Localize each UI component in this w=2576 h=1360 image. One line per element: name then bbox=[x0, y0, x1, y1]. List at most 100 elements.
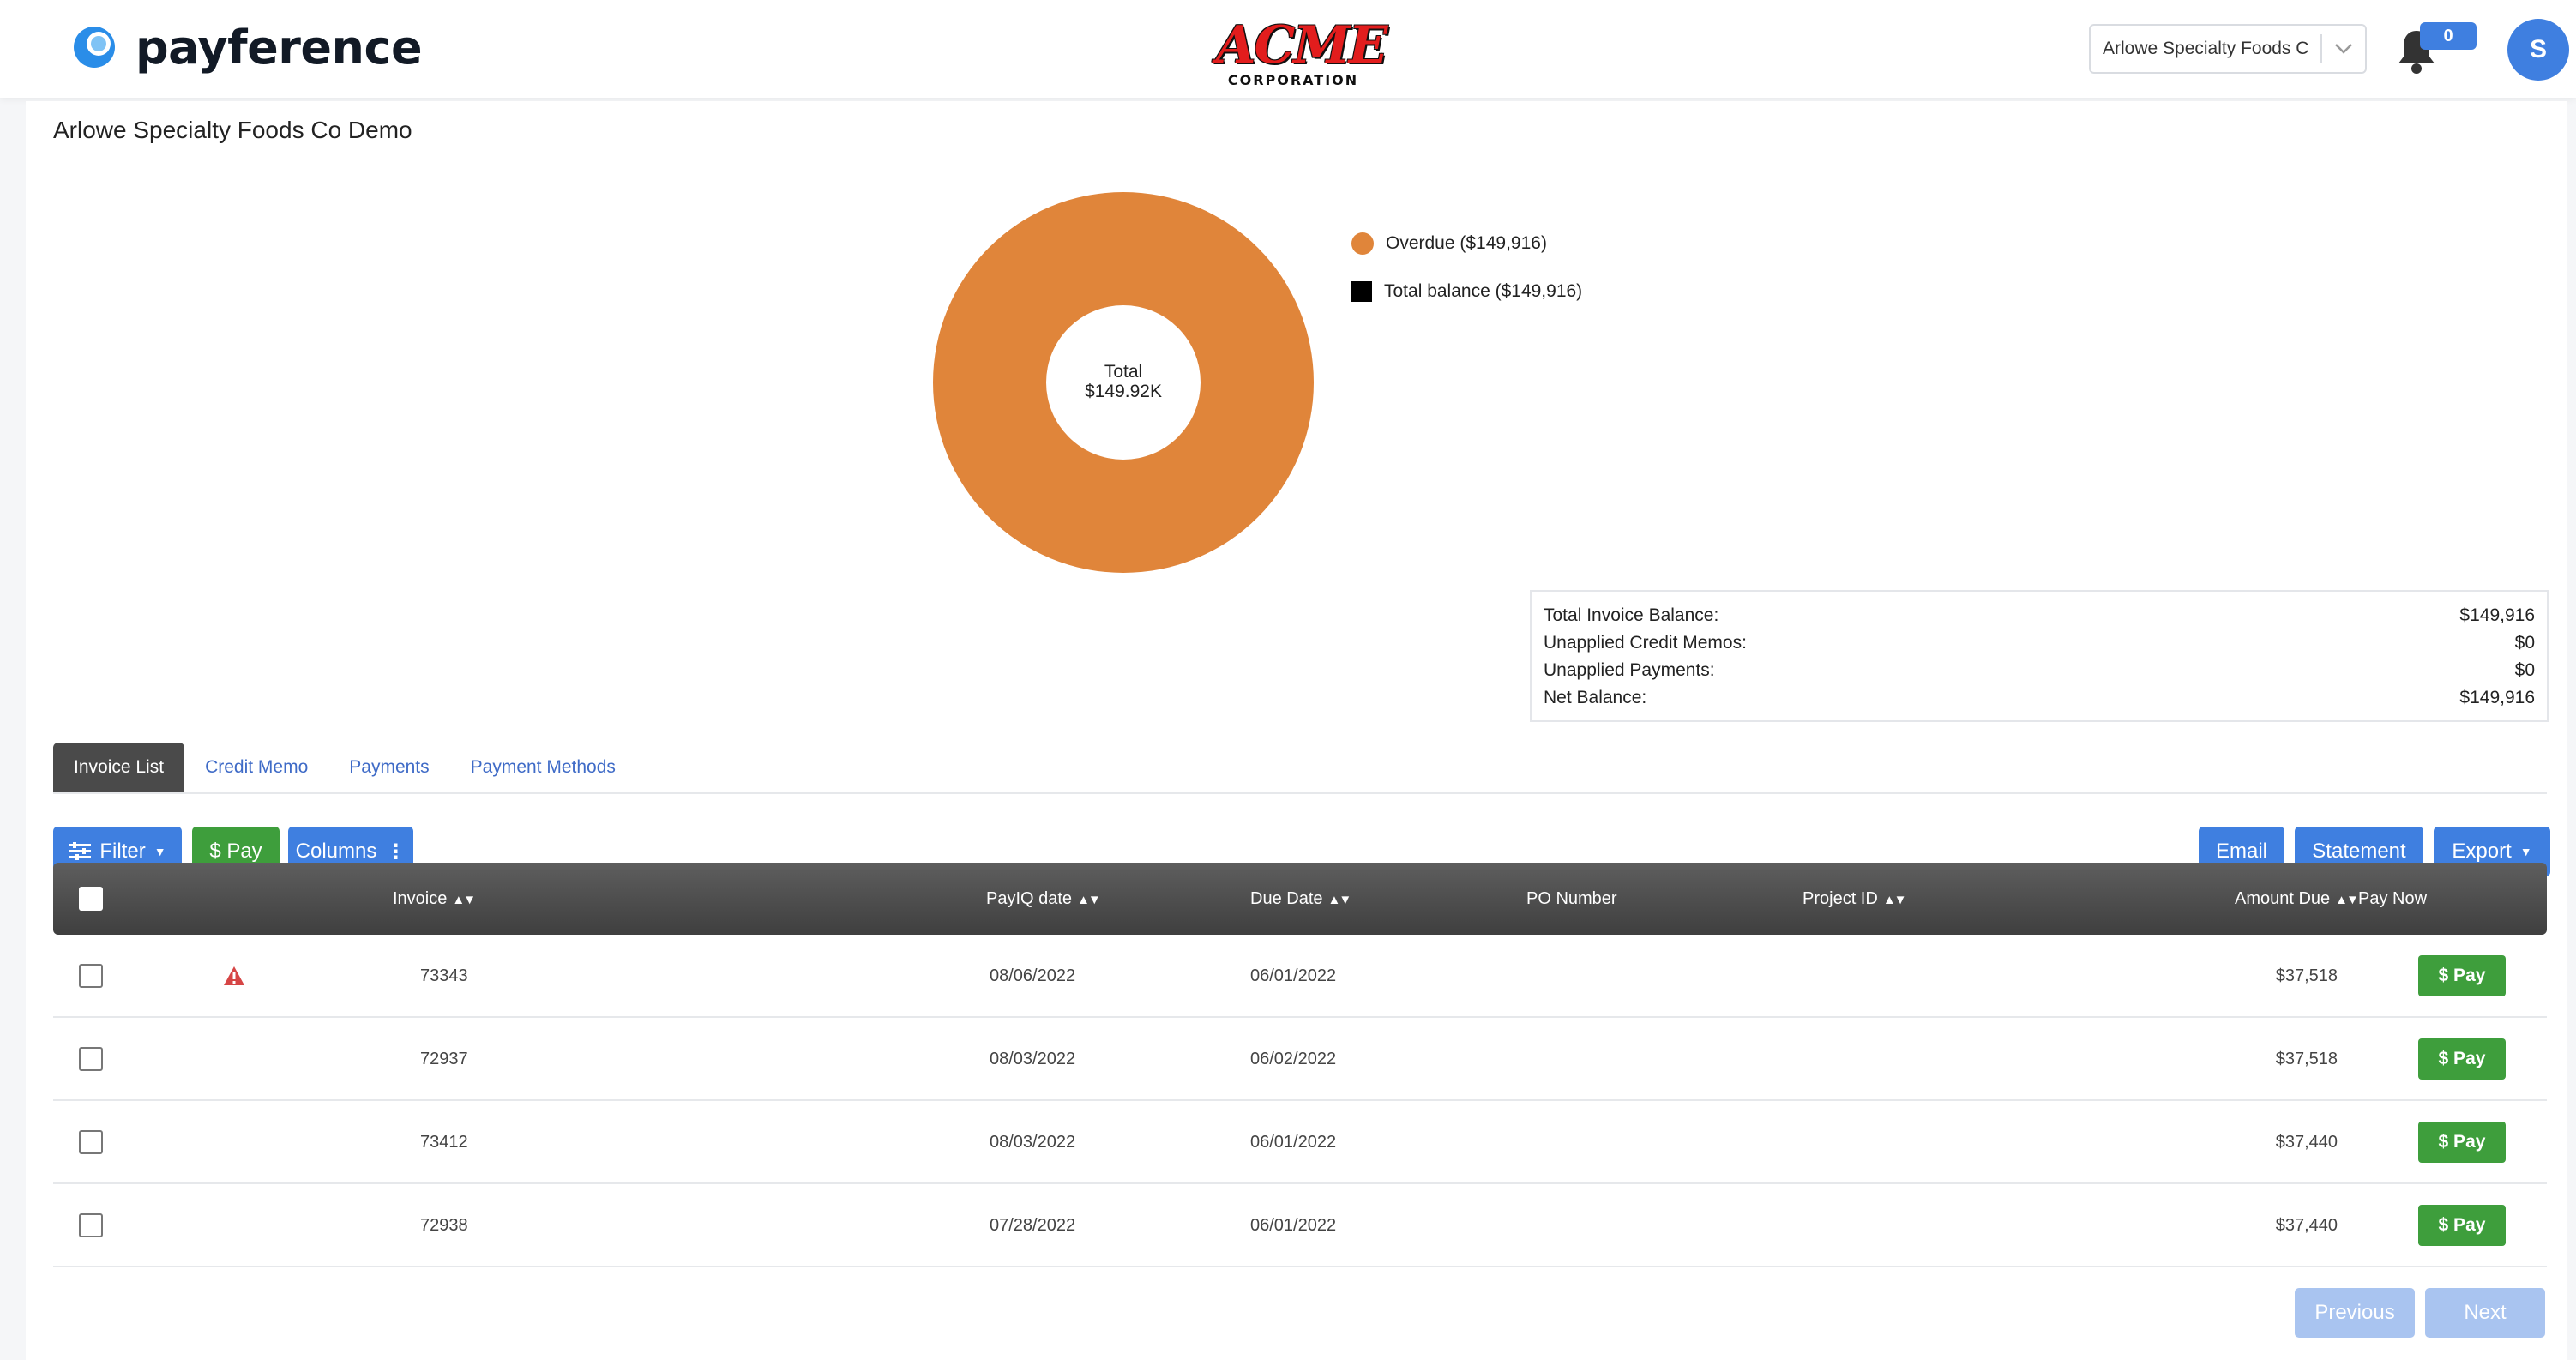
row-pay-button[interactable]: $ Pay bbox=[2418, 1122, 2506, 1163]
column-header-label: Pay Now bbox=[2358, 889, 2428, 908]
column-header-label: Invoice bbox=[393, 889, 448, 908]
due-date: 06/01/2022 bbox=[1250, 966, 1337, 985]
amount-due: $37,518 bbox=[2275, 1050, 2338, 1068]
table-row[interactable]: 72937 08/03/2022 06/02/2022 $37,518 $ Pa… bbox=[53, 1018, 2547, 1101]
filter-label: Filter bbox=[99, 839, 146, 863]
select-divider bbox=[2320, 34, 2322, 63]
donut-center-title: Total bbox=[1104, 362, 1143, 382]
due-date: 06/01/2022 bbox=[1250, 1133, 1337, 1152]
column-header-payiq-date[interactable]: PayIQ date ▲▼ bbox=[986, 863, 1101, 935]
balance-summary: Total Invoice Balance: $149,916 Unapplie… bbox=[1530, 590, 2549, 722]
company-logo: ACME CORPORATION bbox=[1216, 20, 1387, 89]
row-checkbox[interactable] bbox=[79, 964, 103, 988]
company-select[interactable]: Arlowe Specialty Foods C... bbox=[2089, 24, 2367, 74]
table-row[interactable]: 73343 08/06/2022 06/01/2022 $37,518 $ Pa… bbox=[53, 935, 2547, 1018]
row-checkbox[interactable] bbox=[79, 1047, 103, 1071]
summary-row: Total Invoice Balance: $149,916 bbox=[1544, 602, 2535, 629]
legend-label-total-balance: Total balance ($149,916) bbox=[1384, 281, 1583, 301]
summary-row: Unapplied Payments: $0 bbox=[1544, 657, 2535, 684]
payiq-date: 08/03/2022 bbox=[990, 1133, 1076, 1152]
invoice-number[interactable]: 72937 bbox=[420, 1018, 468, 1101]
column-header-label: PayIQ date bbox=[986, 889, 1073, 908]
sort-icon: ▲▼ bbox=[1327, 893, 1352, 907]
brand-name: payference bbox=[135, 20, 423, 75]
next-page-button[interactable]: Next bbox=[2425, 1288, 2545, 1338]
payference-logo-icon bbox=[74, 27, 115, 68]
statement-label: Statement bbox=[2312, 839, 2406, 863]
invoice-number[interactable]: 73343 bbox=[420, 935, 468, 1018]
column-header-invoice[interactable]: Invoice ▲▼ bbox=[393, 863, 476, 935]
export-label: Export bbox=[2452, 839, 2512, 863]
summary-value: $0 bbox=[2514, 633, 2535, 653]
vertical-dots-icon: ⋮ bbox=[385, 839, 406, 864]
amount-due: $37,440 bbox=[2275, 1216, 2338, 1235]
top-header: payference ACME CORPORATION Arlowe Speci… bbox=[0, 0, 2576, 98]
invoice-number[interactable]: 72938 bbox=[420, 1184, 468, 1267]
invoice-number[interactable]: 73412 bbox=[420, 1101, 468, 1184]
columns-label: Columns bbox=[295, 839, 377, 863]
payiq-date: 08/03/2022 bbox=[990, 1050, 1076, 1068]
summary-value: $149,916 bbox=[2459, 605, 2535, 625]
table-row[interactable]: 72938 07/28/2022 06/01/2022 $37,440 $ Pa… bbox=[53, 1184, 2547, 1267]
column-header-label: Due Date bbox=[1250, 889, 1323, 908]
page-title: Arlowe Specialty Foods Co Demo bbox=[53, 117, 412, 143]
select-all-checkbox[interactable] bbox=[79, 887, 103, 911]
row-checkbox[interactable] bbox=[79, 1213, 103, 1237]
payiq-date: 07/28/2022 bbox=[990, 1216, 1076, 1235]
summary-label: Unapplied Credit Memos: bbox=[1544, 633, 1747, 653]
tab-bar: Invoice List Credit Memo Payments Paymen… bbox=[53, 743, 2547, 794]
summary-row: Net Balance: $149,916 bbox=[1544, 684, 2535, 712]
previous-page-button[interactable]: Previous bbox=[2295, 1288, 2415, 1338]
payiq-date: 08/06/2022 bbox=[990, 966, 1076, 985]
chevron-down-icon bbox=[2335, 44, 2352, 54]
pay-label: $ Pay bbox=[209, 839, 262, 863]
warning-icon bbox=[224, 966, 244, 985]
column-header-due-date[interactable]: Due Date ▲▼ bbox=[1250, 863, 1352, 935]
column-header-label: Amount Due bbox=[2235, 889, 2331, 908]
donut-center-label: Total $149.92K bbox=[931, 362, 1315, 401]
legend-label-overdue: Overdue ($149,916) bbox=[1386, 233, 1547, 253]
payference-logo[interactable]: payference bbox=[72, 19, 423, 75]
summary-label: Total Invoice Balance: bbox=[1544, 605, 1719, 625]
summary-label: Net Balance: bbox=[1544, 688, 1647, 707]
previous-label: Previous bbox=[2314, 1301, 2395, 1324]
column-header-project-id[interactable]: Project ID ▲▼ bbox=[1803, 863, 1907, 935]
amount-due: $37,518 bbox=[2275, 966, 2338, 985]
due-date: 06/01/2022 bbox=[1250, 1216, 1337, 1235]
due-date: 06/02/2022 bbox=[1250, 1050, 1337, 1068]
company-select-value: Arlowe Specialty Foods C... bbox=[2103, 39, 2308, 58]
summary-value: $149,916 bbox=[2459, 688, 2535, 707]
summary-row: Unapplied Credit Memos: $0 bbox=[1544, 629, 2535, 657]
user-avatar[interactable]: S bbox=[2507, 19, 2569, 81]
sort-icon: ▲▼ bbox=[2335, 893, 2359, 907]
tab-invoice-list[interactable]: Invoice List bbox=[53, 743, 185, 792]
summary-label: Unapplied Payments: bbox=[1544, 660, 1715, 680]
legend-swatch-total-balance bbox=[1351, 281, 1372, 302]
donut-center-value: $149.92K bbox=[1085, 382, 1162, 401]
legend-swatch-overdue bbox=[1351, 232, 1374, 255]
company-logo-sub: CORPORATION bbox=[1227, 72, 1359, 88]
invoice-table-header: Invoice ▲▼ PayIQ date ▲▼ Due Date ▲▼ PO Num… bbox=[53, 863, 2547, 935]
legend-item-total-balance[interactable]: Total balance ($149,916) bbox=[1351, 268, 1582, 316]
email-label: Email bbox=[2215, 839, 2267, 863]
sort-icon: ▲▼ bbox=[1077, 893, 1101, 907]
sort-icon: ▲▼ bbox=[1882, 893, 1907, 907]
tab-payment-methods[interactable]: Payment Methods bbox=[450, 743, 636, 792]
column-header-amount-due[interactable]: Amount Due ▲▼ bbox=[2235, 863, 2359, 935]
tab-credit-memo[interactable]: Credit Memo bbox=[184, 743, 328, 792]
row-pay-button[interactable]: $ Pay bbox=[2418, 955, 2506, 996]
tab-payments[interactable]: Payments bbox=[328, 743, 449, 792]
chart-legend: Overdue ($149,916) Total balance ($149,9… bbox=[1351, 220, 1582, 316]
sort-icon: ▲▼ bbox=[452, 893, 476, 907]
caret-down-icon: ▼ bbox=[153, 845, 166, 858]
legend-item-overdue[interactable]: Overdue ($149,916) bbox=[1351, 220, 1582, 268]
column-header-pay-now: Pay Now bbox=[2358, 863, 2427, 935]
row-pay-button[interactable]: $ Pay bbox=[2418, 1038, 2506, 1080]
main-content: Arlowe Specialty Foods Co Demo Total $14… bbox=[26, 101, 2567, 1360]
next-label: Next bbox=[2464, 1301, 2507, 1324]
table-row[interactable]: 73412 08/03/2022 06/01/2022 $37,440 $ Pa… bbox=[53, 1101, 2547, 1184]
caret-down-icon: ▼ bbox=[2519, 845, 2532, 858]
row-checkbox[interactable] bbox=[79, 1130, 103, 1154]
amount-due: $37,440 bbox=[2275, 1133, 2338, 1152]
row-pay-button[interactable]: $ Pay bbox=[2418, 1205, 2506, 1246]
